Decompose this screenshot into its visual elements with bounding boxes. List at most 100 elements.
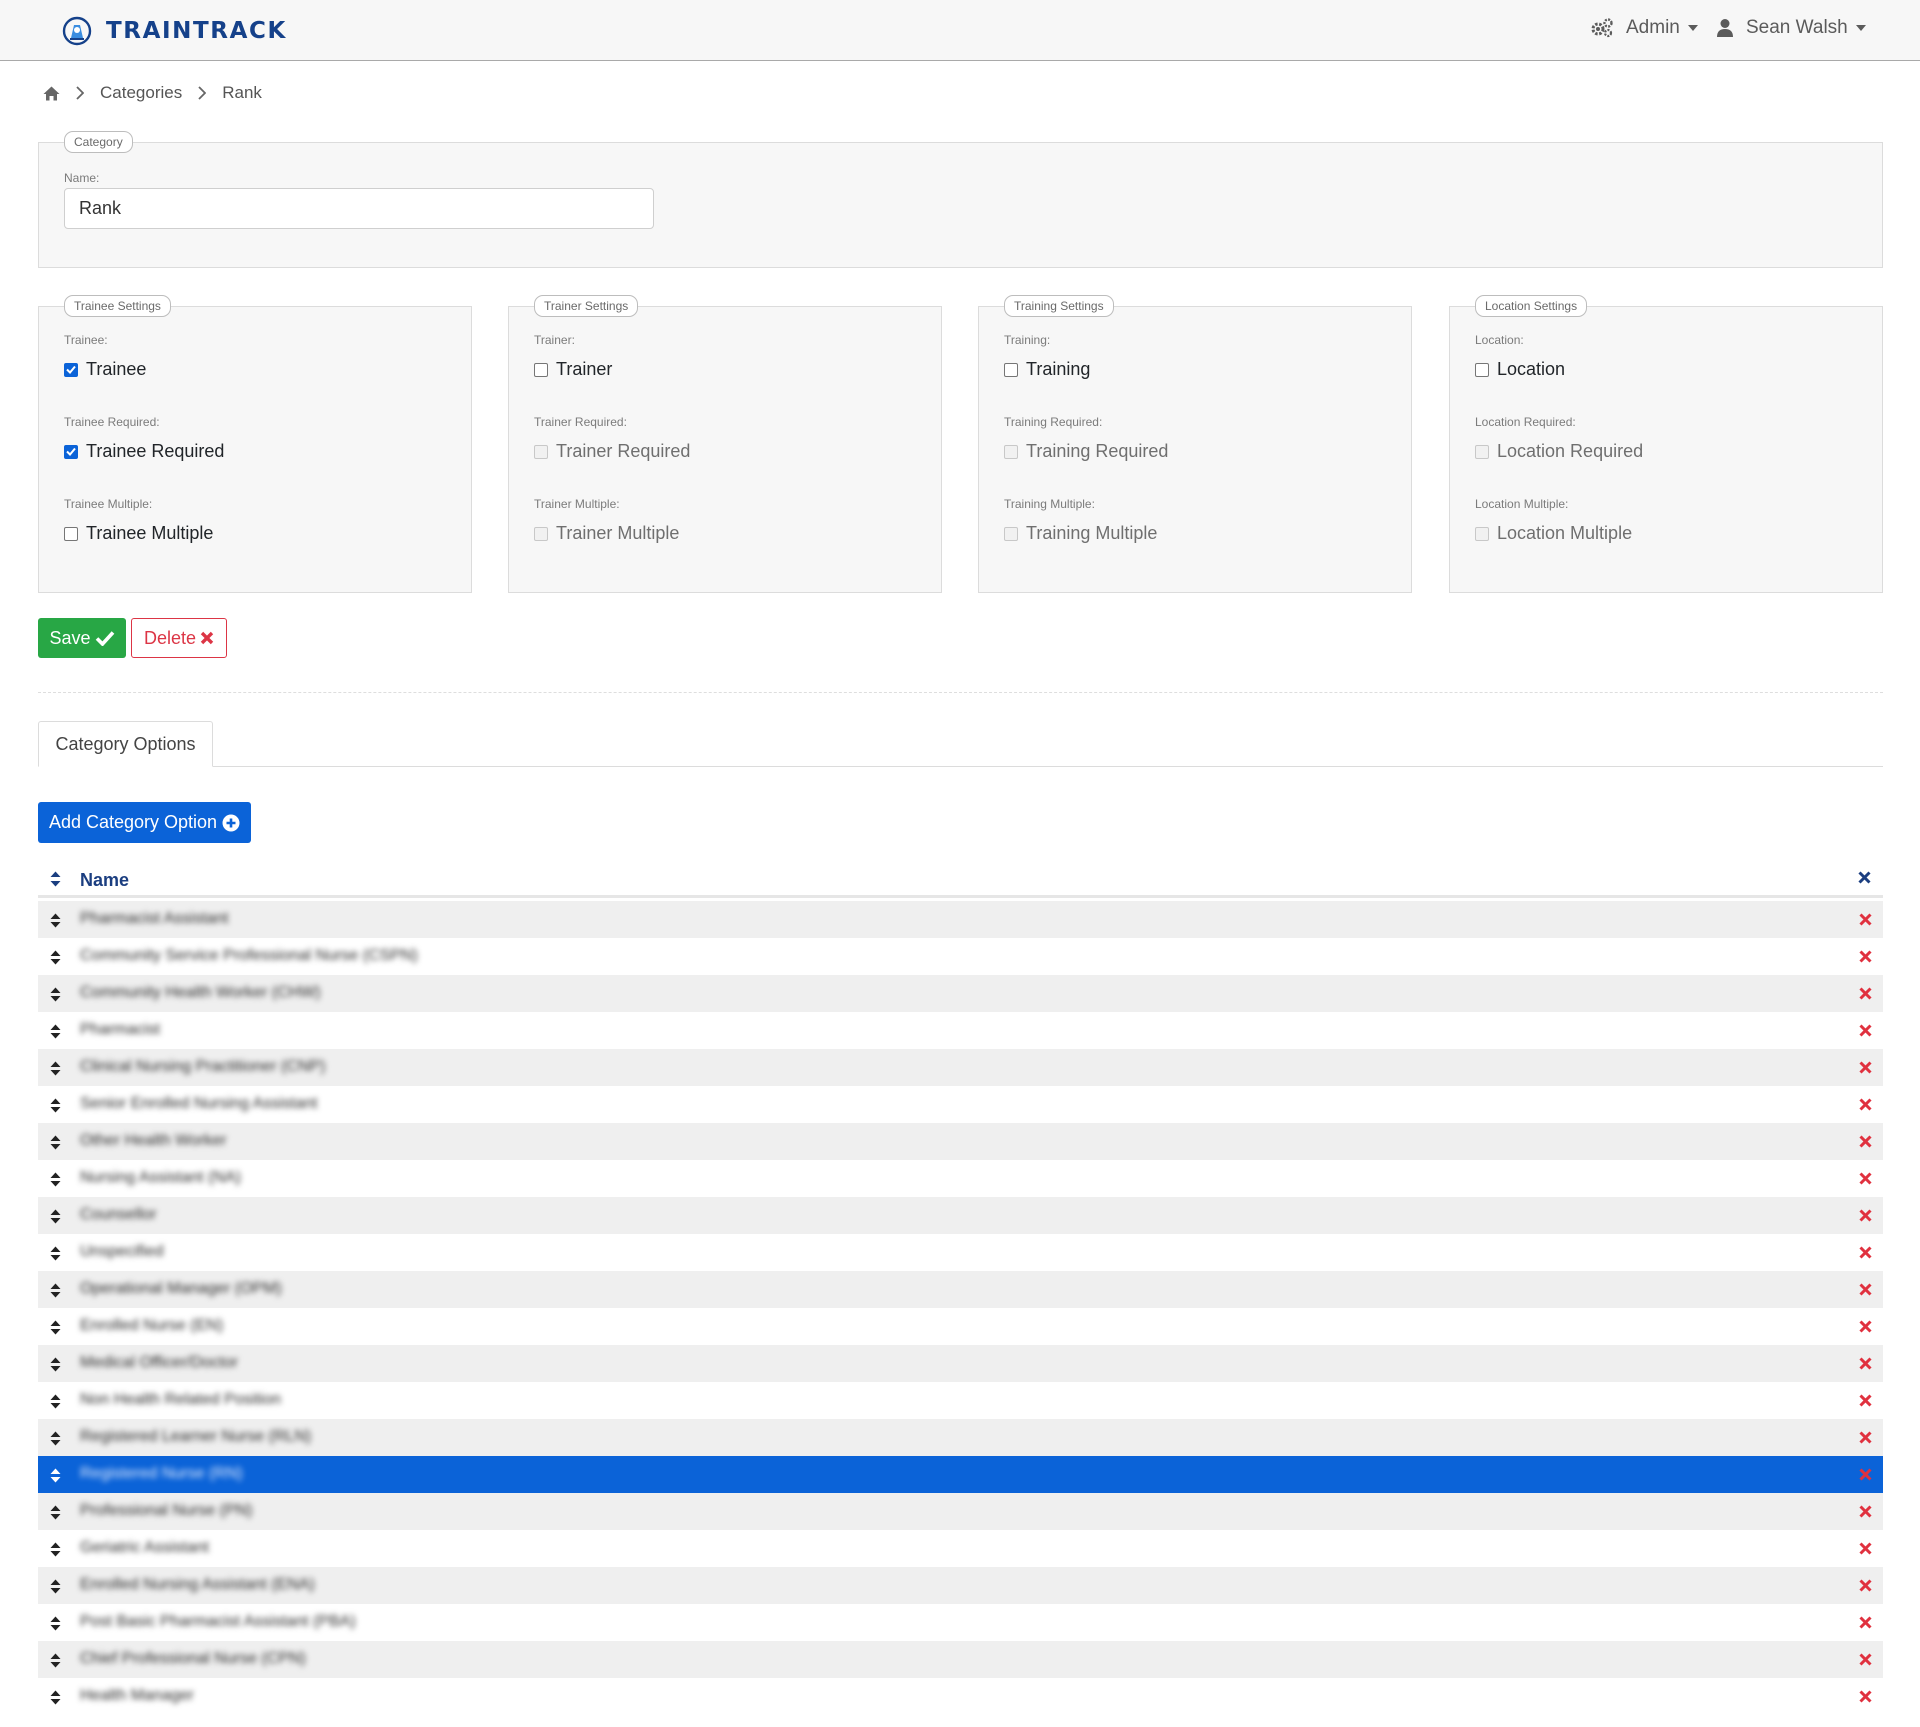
delete-row-icon[interactable] [1859,1061,1872,1074]
checkbox-label: Location Multiple [1497,523,1633,543]
drag-sort-icon[interactable] [50,1394,61,1409]
table-row[interactable]: Other Health Worker [38,1123,1883,1160]
checkbox-row[interactable]: Trainee [64,359,146,380]
delete-row-icon[interactable] [1859,1320,1872,1333]
checkbox-row[interactable]: Location [1475,359,1565,380]
sort-icon[interactable] [50,871,61,887]
table-row[interactable]: Medical Officer/Doctor [38,1345,1883,1382]
table-row[interactable]: Professional Nurse (PN) [38,1493,1883,1530]
checkbox [534,444,548,459]
option-name: Pharmacist Assistant [80,910,229,927]
drag-sort-icon[interactable] [50,1283,61,1298]
checkbox[interactable] [534,362,548,377]
delete-row-icon[interactable] [1859,1616,1872,1629]
checkbox-row[interactable]: Trainer [534,359,612,380]
delete-row-icon[interactable] [1859,1357,1872,1370]
delete-row-icon[interactable] [1859,1468,1872,1481]
drag-sort-icon[interactable] [50,1579,61,1594]
table-row[interactable]: Community Health Worker (CHW) [38,975,1883,1012]
table-row[interactable]: Counsellor [38,1197,1883,1234]
checkbox[interactable] [1475,362,1489,377]
delete-row-icon[interactable] [1859,1024,1872,1037]
category-name-input[interactable]: Rank [64,188,654,229]
delete-row-icon[interactable] [1859,1135,1872,1148]
delete-row-icon[interactable] [1859,913,1872,926]
column-name-header[interactable]: Name [80,870,129,891]
table-row[interactable]: Unspecified [38,1234,1883,1271]
delete-row-icon[interactable] [1859,1690,1872,1703]
delete-row-icon[interactable] [1859,1246,1872,1259]
checkbox-row[interactable]: Trainee Multiple [64,523,213,544]
table-row[interactable]: Operational Manager (OPM) [38,1271,1883,1308]
home-icon[interactable] [43,86,60,101]
delete-row-icon[interactable] [1859,1172,1872,1185]
table-row[interactable]: Chief Professional Nurse (CPN) [38,1641,1883,1678]
drag-sort-icon[interactable] [50,1061,61,1076]
delete-row-icon[interactable] [1859,1431,1872,1444]
table-row[interactable]: Pharmacist [38,1012,1883,1049]
drag-sort-icon[interactable] [50,1690,61,1705]
drag-sort-icon[interactable] [50,1431,61,1446]
drag-sort-icon[interactable] [50,1616,61,1631]
table-row[interactable]: Community Service Professional Nurse (CS… [38,938,1883,975]
brand[interactable]: TRAINTRACK [62,16,287,46]
drag-sort-icon[interactable] [50,1468,61,1483]
table-row[interactable]: Clinical Nursing Practitioner (CNP) [38,1049,1883,1086]
settings-legend: Trainer Settings [534,295,639,317]
table-row[interactable]: Registered Nurse (RN) [38,1456,1883,1493]
checkbox[interactable] [64,362,78,377]
checkbox[interactable] [1004,362,1018,377]
drag-sort-icon[interactable] [50,1098,61,1113]
table-row[interactable]: Enrolled Nursing Assistant (ENA) [38,1567,1883,1604]
option-name: Registered Learner Nurse (RLN) [80,1428,312,1445]
table-row[interactable]: Senior Enrolled Nursing Assistant [38,1086,1883,1123]
drag-sort-icon[interactable] [50,1172,61,1187]
drag-sort-icon[interactable] [50,1357,61,1372]
clear-all-icon[interactable] [1858,871,1871,884]
delete-row-icon[interactable] [1859,1394,1872,1407]
checkbox-row[interactable]: Training [1004,359,1090,380]
tab-category-options[interactable]: Category Options [38,721,213,767]
save-button[interactable]: Save [38,618,126,658]
table-row[interactable]: Pharmacist Assistant [38,901,1883,938]
check-icon [95,631,114,646]
settings-legend: Location Settings [1475,295,1588,317]
delete-row-icon[interactable] [1859,1283,1872,1296]
delete-row-icon[interactable] [1859,1098,1872,1111]
table-row[interactable]: Enrolled Nurse (EN) [38,1308,1883,1345]
drag-sort-icon[interactable] [50,1209,61,1224]
delete-row-icon[interactable] [1859,1505,1872,1518]
drag-sort-icon[interactable] [50,1246,61,1261]
delete-row-icon[interactable] [1859,1542,1872,1555]
table-row[interactable]: Post Basic Pharmacist Assistant (PBA) [38,1604,1883,1641]
drag-sort-icon[interactable] [50,1542,61,1557]
checkbox-row[interactable]: Trainee Required [64,441,224,462]
drag-sort-icon[interactable] [50,950,61,965]
delete-row-icon[interactable] [1859,1653,1872,1666]
drag-sort-icon[interactable] [50,1135,61,1150]
delete-row-icon[interactable] [1859,987,1872,1000]
checkbox[interactable] [64,526,78,541]
drag-sort-icon[interactable] [50,1653,61,1668]
drag-sort-icon[interactable] [50,913,61,928]
table-row[interactable]: Non Health Related Position [38,1382,1883,1419]
table-row[interactable]: Nursing Assistant (NA) [38,1160,1883,1197]
delete-row-icon[interactable] [1859,950,1872,963]
delete-row-icon[interactable] [1859,1579,1872,1592]
admin-menu[interactable]: Admin [1590,17,1698,39]
table-row[interactable]: Geriatric Assistant [38,1530,1883,1567]
add-category-option-button[interactable]: Add Category Option [38,802,251,843]
drag-sort-icon[interactable] [50,1320,61,1335]
user-menu[interactable]: Sean Walsh [1716,17,1866,39]
drag-sort-icon[interactable] [50,1505,61,1520]
table-row[interactable]: Health Manager [38,1678,1883,1715]
checkbox[interactable] [64,444,78,459]
options-table-header: Name [38,862,1883,898]
drag-sort-icon[interactable] [50,987,61,1002]
delete-row-icon[interactable] [1859,1209,1872,1222]
category-legend: Category [64,131,133,153]
table-row[interactable]: Registered Learner Nurse (RLN) [38,1419,1883,1456]
breadcrumb-categories[interactable]: Categories [100,83,182,103]
drag-sort-icon[interactable] [50,1024,61,1039]
delete-button[interactable]: Delete [131,618,227,658]
